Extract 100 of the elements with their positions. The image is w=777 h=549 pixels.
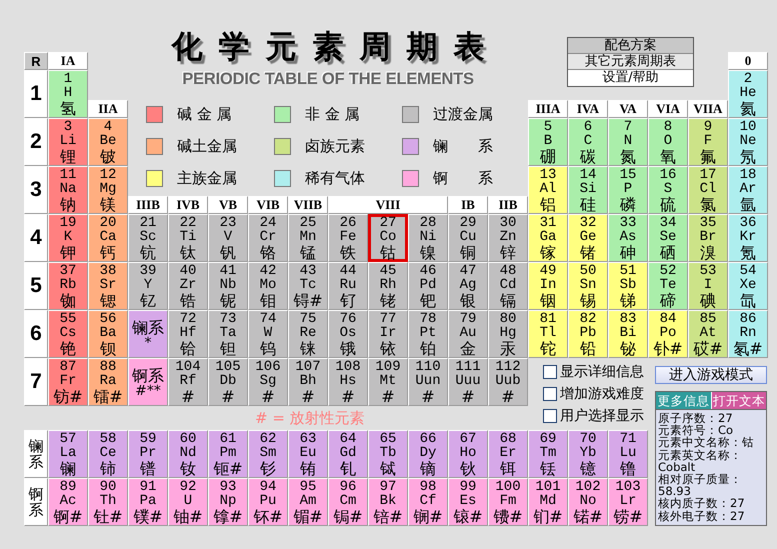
element-tile[interactable]: 54 Xe 氙 [728,262,768,310]
element-tile[interactable]: 72 Hf 铪 [168,310,208,358]
series-tile[interactable]: 锕系 #** [128,358,168,406]
element-tile[interactable]: 86 Rn 氡# [728,310,768,358]
element-tile[interactable]: 19 K 钾 [48,214,88,262]
element-tile[interactable]: 68 Er 铒 [488,430,528,478]
element-tile[interactable]: 104 Rf # [168,358,208,406]
element-tile[interactable]: 63 Eu 铕 [288,430,328,478]
menu-button[interactable]: 设置/帮助 [568,70,693,86]
element-tile[interactable]: 16 S 硫 [648,166,688,214]
element-tile[interactable]: 67 Ho 钬 [448,430,488,478]
element-tile[interactable]: 102 No 锘# [568,478,608,526]
element-tile[interactable]: 95 Am 镅# [288,478,328,526]
element-tile[interactable]: 8 O 氧 [648,118,688,166]
element-tile[interactable]: 96 Cm 锔# [328,478,368,526]
element-tile[interactable]: 5 B 硼 [528,118,568,166]
element-tile[interactable]: 89 Ac 锕# [48,478,88,526]
element-tile[interactable]: 23 V 钒 [208,214,248,262]
element-tile[interactable]: 10 Ne 氖 [728,118,768,166]
element-tile[interactable]: 53 I 碘 [688,262,728,310]
element-tile[interactable]: 73 Ta 钽 [208,310,248,358]
element-tile[interactable]: 1 H 氢 [48,70,88,118]
element-tile[interactable]: 49 In 铟 [528,262,568,310]
element-tile[interactable]: 3 Li 锂 [48,118,88,166]
element-tile[interactable]: 94 Pu 钚# [248,478,288,526]
element-tile[interactable]: 111 Uuu # [448,358,488,406]
element-tile[interactable]: 32 Ge 锗 [568,214,608,262]
element-tile[interactable]: 17 Cl 氯 [688,166,728,214]
element-tile[interactable]: 69 Tm 铥 [528,430,568,478]
element-tile[interactable]: 60 Nd 钕 [168,430,208,478]
element-tile[interactable]: 2 He 氦 [728,70,768,118]
element-tile[interactable]: 45 Rh 铑 [368,262,408,310]
checkbox[interactable] [543,387,557,401]
element-tile[interactable]: 82 Pb 铅 [568,310,608,358]
element-tile[interactable]: 18 Ar 氩 [728,166,768,214]
element-tile[interactable]: 27 Co 钴 [368,214,408,262]
element-tile[interactable]: 110 Uun # [408,358,448,406]
info-button[interactable]: 打开文本 [712,392,766,409]
element-tile[interactable]: 90 Th 钍# [88,478,128,526]
element-tile[interactable]: 24 Cr 铬 [248,214,288,262]
element-tile[interactable]: 48 Cd 镉 [488,262,528,310]
element-tile[interactable]: 56 Ba 钡 [88,310,128,358]
element-tile[interactable]: 9 F 氟 [688,118,728,166]
element-tile[interactable]: 70 Yb 镱 [568,430,608,478]
element-tile[interactable]: 106 Sg # [248,358,288,406]
game-mode-button[interactable]: 进入游戏模式 [655,366,767,384]
element-tile[interactable]: 43 Tc 锝# [288,262,328,310]
element-tile[interactable]: 92 U 铀# [168,478,208,526]
element-tile[interactable]: 20 Ca 钙 [88,214,128,262]
element-tile[interactable]: 6 C 碳 [568,118,608,166]
checkbox[interactable] [543,409,557,423]
element-tile[interactable]: 75 Re 铼 [288,310,328,358]
element-tile[interactable]: 109 Mt # [368,358,408,406]
element-tile[interactable]: 36 Kr 氪 [728,214,768,262]
element-tile[interactable]: 107 Bh # [288,358,328,406]
element-tile[interactable]: 108 Hs # [328,358,368,406]
element-tile[interactable]: 62 Sm 钐 [248,430,288,478]
series-tile[interactable]: 镧系 * [128,310,168,358]
element-tile[interactable]: 87 Fr 钫# [48,358,88,406]
element-tile[interactable]: 58 Ce 铈 [88,430,128,478]
element-tile[interactable]: 74 W 钨 [248,310,288,358]
element-tile[interactable]: 61 Pm 钷# [208,430,248,478]
element-tile[interactable]: 29 Cu 铜 [448,214,488,262]
element-tile[interactable]: 51 Sb 锑 [608,262,648,310]
element-tile[interactable]: 103 Lr 铹# [608,478,648,526]
element-tile[interactable]: 101 Md 钔# [528,478,568,526]
element-tile[interactable]: 93 Np 镎# [208,478,248,526]
element-tile[interactable]: 41 Nb 铌 [208,262,248,310]
element-tile[interactable]: 81 Tl 铊 [528,310,568,358]
element-tile[interactable]: 42 Mo 钼 [248,262,288,310]
element-tile[interactable]: 88 Ra 镭# [88,358,128,406]
element-tile[interactable]: 78 Pt 铂 [408,310,448,358]
element-tile[interactable]: 59 Pr 镨 [128,430,168,478]
element-tile[interactable]: 40 Zr 锆 [168,262,208,310]
element-tile[interactable]: 44 Ru 钌 [328,262,368,310]
element-tile[interactable]: 57 La 镧 [48,430,88,478]
element-tile[interactable]: 12 Mg 镁 [88,166,128,214]
element-tile[interactable]: 84 Po 钋# [648,310,688,358]
element-tile[interactable]: 28 Ni 镍 [408,214,448,262]
checkbox-label[interactable]: 用户选择显示 [560,407,644,425]
element-tile[interactable]: 25 Mn 锰 [288,214,328,262]
element-tile[interactable]: 11 Na 钠 [48,166,88,214]
checkbox-label[interactable]: 增加游戏难度 [560,385,644,403]
checkbox[interactable] [543,365,557,379]
element-tile[interactable]: 71 Lu 镥 [608,430,648,478]
element-tile[interactable]: 14 Si 硅 [568,166,608,214]
checkbox-label[interactable]: 显示详细信息 [560,363,644,381]
element-tile[interactable]: 55 Cs 铯 [48,310,88,358]
element-tile[interactable]: 85 At 砹# [688,310,728,358]
element-tile[interactable]: 15 P 磷 [608,166,648,214]
menu-button[interactable]: 其它元素周期表 [568,54,693,70]
element-tile[interactable]: 66 Dy 镝 [408,430,448,478]
element-tile[interactable]: 34 Se 硒 [648,214,688,262]
element-tile[interactable]: 13 Al 铝 [528,166,568,214]
element-tile[interactable]: 52 Te 碲 [648,262,688,310]
element-tile[interactable]: 76 Os 锇 [328,310,368,358]
element-tile[interactable]: 47 Ag 银 [448,262,488,310]
element-tile[interactable]: 38 Sr 锶 [88,262,128,310]
element-tile[interactable]: 80 Hg 汞 [488,310,528,358]
element-tile[interactable]: 100 Fm 镄# [488,478,528,526]
